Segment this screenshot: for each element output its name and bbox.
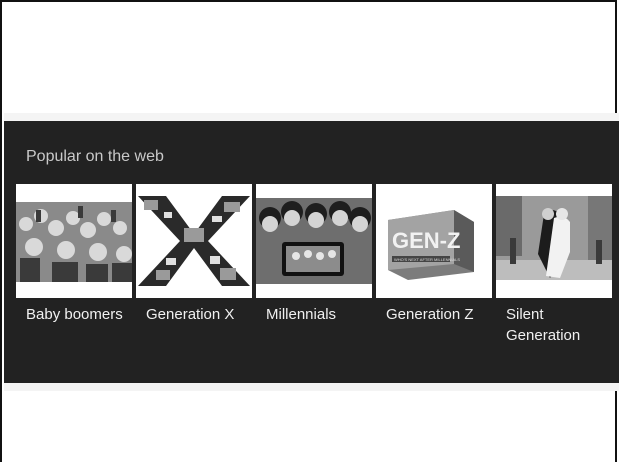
panel-title: Popular on the web	[26, 148, 164, 165]
x-collage-icon	[136, 184, 252, 298]
card-label[interactable]: Millennials	[256, 304, 372, 325]
card-baby-boomers[interactable]: Baby boomers	[16, 184, 132, 325]
card-label[interactable]: Silent Generation	[496, 304, 612, 346]
popular-panel: Popular on the web Baby boomers Generati…	[4, 121, 619, 383]
svg-text:GEN-Z: GEN-Z	[392, 228, 460, 253]
card-generation-z[interactable]: GEN-Z WHO'S NEXT AFTER MILLENNIALS Gener…	[376, 184, 492, 325]
crowd-photo-icon	[16, 184, 132, 298]
card-millennials[interactable]: Millennials	[256, 184, 372, 325]
bottom-divider	[4, 383, 619, 391]
genz-box-icon: GEN-Z WHO'S NEXT AFTER MILLENNIALS	[376, 184, 492, 298]
street-kiss-photo-icon	[496, 184, 612, 298]
card-label[interactable]: Baby boomers	[16, 304, 132, 325]
card-silent-generation[interactable]: Silent Generation	[496, 184, 612, 346]
card-generation-x[interactable]: Generation X	[136, 184, 252, 325]
group-selfie-icon	[256, 184, 372, 298]
carousel[interactable]: Baby boomers Generation X Millennials GE…	[16, 184, 619, 374]
svg-text:WHO'S NEXT AFTER MILLENNIALS: WHO'S NEXT AFTER MILLENNIALS	[394, 257, 460, 262]
card-label[interactable]: Generation X	[136, 304, 252, 325]
card-label[interactable]: Generation Z	[376, 304, 492, 325]
top-divider	[4, 113, 619, 121]
